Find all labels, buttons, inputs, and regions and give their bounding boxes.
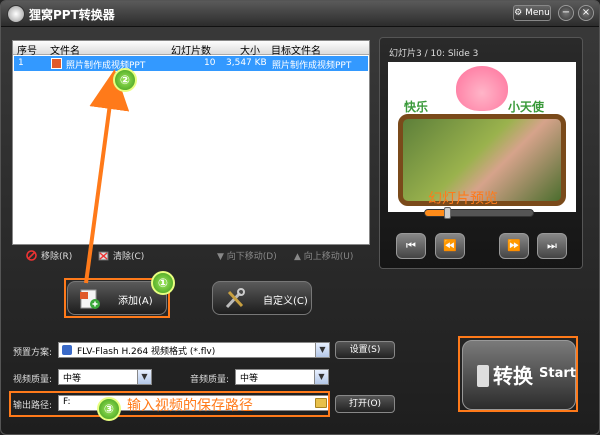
row-filename: 照片制作成视频PPT — [66, 61, 146, 71]
open-button[interactable]: 打开(O) — [335, 395, 395, 413]
seek-handle[interactable] — [443, 207, 451, 219]
row-size: 3,547 KB — [226, 58, 267, 68]
skip-back-icon: ⏮ — [406, 239, 416, 252]
chevron-down-icon: ▼ — [315, 343, 329, 357]
clear-icon — [98, 251, 109, 261]
slide-cartoon-image — [456, 66, 508, 111]
step-2-badge: ② — [113, 68, 137, 92]
arrow-down-icon: ▼ — [217, 252, 227, 262]
app-window: 狸窝PPT转换器 ⚙ Menu − × 序号 文件名 幻灯片数 大小 目标文件名… — [0, 0, 600, 435]
col-target[interactable]: 目标文件名 — [271, 42, 321, 57]
move-up-label: 向上移动(U) — [303, 252, 354, 262]
clear-label: 清除(C) — [113, 252, 145, 262]
preset-value: FLV-Flash H.264 视频格式 (*.flv) — [77, 347, 216, 357]
seek-slider[interactable] — [424, 207, 534, 219]
tools-icon — [225, 288, 245, 309]
row-target: 照片制作成视频PPT — [272, 61, 352, 71]
preview-title: 幻灯片3 / 10: Slide 3 — [389, 49, 479, 59]
app-title: 狸窝PPT转换器 — [29, 8, 115, 22]
chevron-down-icon: ▼ — [314, 370, 328, 384]
video-quality-value: 中等 — [63, 374, 82, 384]
arrow-up-icon: ▲ — [294, 252, 304, 262]
file-list[interactable]: 序号 文件名 幻灯片数 大小 目标文件名 1 照片制作成视频PPT 10 3,5… — [12, 40, 370, 245]
app-logo-icon — [7, 5, 25, 23]
menu-button[interactable]: ⚙ Menu — [513, 5, 551, 21]
move-down-label: 向下移动(D) — [226, 252, 277, 262]
col-size[interactable]: 大小 — [240, 42, 260, 57]
fast-forward-icon: ⏩ — [507, 239, 521, 252]
skip-forward-icon: ⏭ — [547, 239, 557, 252]
slide-text-right: 小天使 — [508, 100, 545, 114]
first-slide-button[interactable]: ⏮ — [396, 233, 426, 259]
highlight-convert-button — [458, 336, 578, 412]
move-up-button[interactable]: ▲ 向上移动(U) — [294, 249, 353, 262]
step-3-badge: ③ — [97, 397, 121, 421]
preview-caption: 幻灯片预览 — [428, 191, 498, 207]
preview-panel: 幻灯片3 / 10: Slide 3 快乐 小天使 幻灯片预览 ⏮ ⏪ ⏩ ⏭ — [379, 37, 583, 269]
slide-text-left: 快乐 — [404, 100, 429, 114]
flv-icon — [62, 345, 72, 355]
minimize-button[interactable]: − — [558, 5, 574, 21]
video-quality-select[interactable]: 中等 ▼ — [58, 369, 152, 385]
remove-button[interactable]: 移除(R) — [26, 249, 72, 262]
row-slides: 10 — [204, 58, 216, 68]
remove-label: 移除(R) — [41, 252, 73, 262]
close-button[interactable]: × — [578, 5, 594, 21]
chevron-down-icon: ▼ — [137, 370, 151, 384]
move-down-button[interactable]: ▼ 向下移动(D) — [217, 249, 277, 262]
clear-button[interactable]: 清除(C) — [98, 249, 144, 262]
video-quality-label: 视频质量: — [13, 375, 53, 385]
last-slide-button[interactable]: ⏭ — [537, 233, 567, 259]
output-hint-text: 输入视频的保存路径 — [127, 398, 253, 414]
step-1-badge: ① — [151, 271, 175, 295]
col-index[interactable]: 序号 — [17, 42, 37, 57]
audio-quality-select[interactable]: 中等 ▼ — [235, 369, 329, 385]
ppt-file-icon — [51, 58, 62, 69]
table-row[interactable]: 1 照片制作成视频PPT 10 3,547 KB 照片制作成视频PPT — [14, 56, 368, 71]
customize-label: 自定义(C) — [263, 296, 308, 307]
col-slides[interactable]: 幻灯片数 — [171, 42, 211, 57]
preset-label: 预置方案: — [13, 348, 53, 358]
list-header: 序号 文件名 幻灯片数 大小 目标文件名 — [13, 41, 369, 57]
preset-select[interactable]: FLV-Flash H.264 视频格式 (*.flv) ▼ — [58, 342, 330, 358]
row-index: 1 — [18, 58, 24, 68]
rewind-icon: ⏪ — [443, 239, 457, 252]
customize-button[interactable]: 自定义(C) — [212, 281, 312, 315]
audio-quality-value: 中等 — [240, 374, 259, 384]
list-toolbar: 移除(R) 清除(C) ▼ 向下移动(D) ▲ 向上移动(U) — [12, 245, 370, 267]
remove-icon — [26, 250, 37, 261]
col-filename[interactable]: 文件名 — [50, 42, 80, 57]
next-slide-button[interactable]: ⏩ — [499, 233, 529, 259]
prev-slide-button[interactable]: ⏪ — [435, 233, 465, 259]
title-bar: 狸窝PPT转换器 ⚙ Menu − × — [1, 1, 599, 27]
audio-quality-label: 音频质量: — [190, 375, 230, 385]
settings-button[interactable]: 设置(S) — [335, 341, 395, 359]
menu-label: Menu — [525, 8, 550, 18]
